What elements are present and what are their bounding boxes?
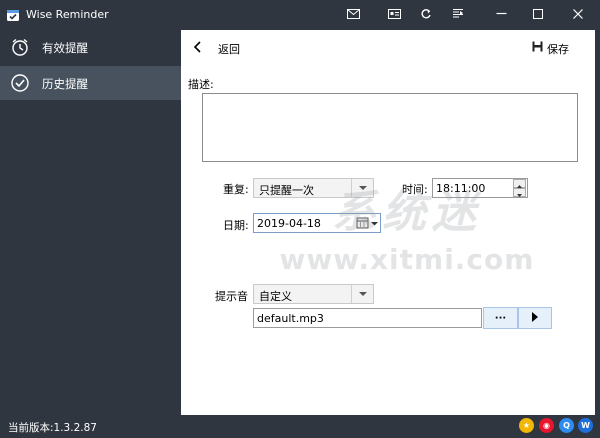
weibo-share-icon[interactable]: ◉: [539, 418, 554, 433]
refresh-button[interactable]: [409, 0, 443, 30]
chevron-down-icon: [351, 179, 373, 197]
maximize-button[interactable]: [521, 0, 555, 30]
wechat-share-icon[interactable]: W: [578, 418, 593, 433]
close-icon: [573, 8, 583, 22]
date-picker[interactable]: 2019-04-18: [253, 213, 381, 233]
sound-file-value: default.mp3: [257, 312, 324, 325]
title-bar: Wise Reminder: [0, 0, 600, 30]
chevron-left-icon: [193, 41, 203, 56]
refresh-icon: [420, 8, 432, 23]
date-value: 2019-04-18: [257, 217, 321, 230]
browse-label: ···: [494, 312, 507, 324]
version-text: 当前版本:1.3.2.87: [8, 422, 97, 434]
repeat-label: 重复:: [223, 183, 249, 196]
save-label: 保存: [547, 43, 569, 56]
back-button[interactable]: 返回: [193, 39, 253, 57]
qzone-share-icon[interactable]: ★: [519, 418, 534, 433]
sound-file-input[interactable]: default.mp3: [253, 308, 482, 328]
time-spinner[interactable]: 18:11:00: [432, 178, 528, 198]
floppy-disk-icon: [532, 41, 543, 55]
id-card-icon: [387, 8, 401, 22]
sidebar-item-label: 历史提醒: [42, 77, 88, 91]
sound-value: 自定义: [259, 290, 292, 303]
window-title: Wise Reminder: [26, 8, 109, 21]
arrow-down-icon: [517, 194, 522, 197]
skin-button[interactable]: [377, 0, 411, 30]
back-label: 返回: [218, 43, 240, 56]
minimize-button[interactable]: [484, 0, 518, 30]
play-button[interactable]: [518, 307, 552, 329]
date-label: 日期:: [223, 219, 249, 232]
chevron-down-icon: [351, 285, 373, 303]
sound-select[interactable]: 自定义: [253, 284, 374, 304]
sidebar: 有效提醒 历史提醒: [0, 30, 181, 415]
sidebar-item-label: 有效提醒: [42, 41, 88, 55]
feedback-button[interactable]: [336, 0, 370, 30]
time-value: 18:11:00: [436, 182, 486, 195]
check-circle-icon: [10, 73, 30, 96]
sidebar-item-history-reminders[interactable]: 历史提醒: [0, 66, 181, 100]
sidebar-item-active-reminders[interactable]: 有效提醒: [0, 30, 181, 64]
time-increment-button[interactable]: [513, 179, 526, 188]
browse-button[interactable]: ···: [483, 307, 518, 329]
status-bar: 当前版本:1.3.2.87 ★ ◉ Q W: [0, 415, 600, 438]
menu-list-icon: [452, 8, 464, 22]
main-panel: 返回 保存 描述: 重复: 只提醒一次 时间: 18:11:00 日期: 201…: [181, 30, 595, 415]
repeat-value: 只提醒一次: [259, 184, 314, 197]
save-button[interactable]: 保存: [532, 39, 582, 57]
minimize-icon: [496, 8, 507, 22]
description-label: 描述:: [188, 78, 214, 91]
menu-button[interactable]: [441, 0, 475, 30]
calendar-dropdown-icon[interactable]: [356, 216, 378, 233]
time-label: 时间:: [402, 183, 428, 196]
alarm-clock-icon: [10, 37, 30, 60]
play-icon: [531, 311, 539, 325]
maximize-icon: [533, 8, 543, 22]
mail-icon: [346, 8, 360, 22]
description-textarea[interactable]: [202, 93, 578, 162]
close-button[interactable]: [561, 0, 595, 30]
time-decrement-button[interactable]: [513, 188, 526, 197]
app-logo-icon: [6, 8, 20, 25]
qq-share-icon[interactable]: Q: [559, 418, 574, 433]
sound-label: 提示音: [215, 290, 248, 303]
repeat-select[interactable]: 只提醒一次: [253, 178, 374, 198]
